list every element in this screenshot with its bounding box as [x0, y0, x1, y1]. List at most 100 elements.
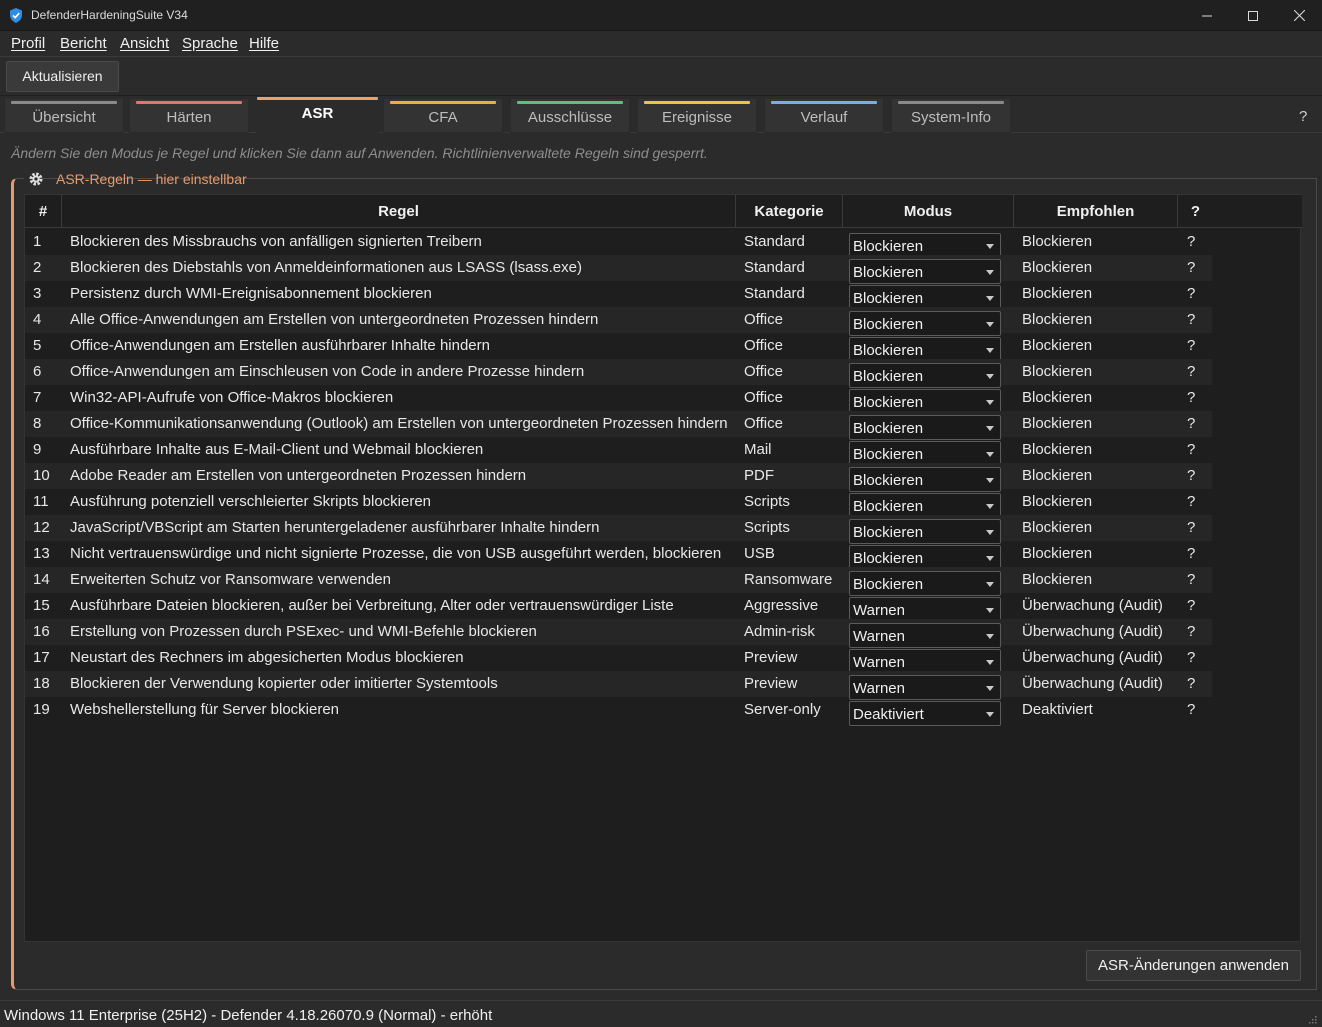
header-category[interactable]: Kategorie — [736, 195, 843, 228]
refresh-button[interactable]: Aktualisieren — [6, 61, 119, 92]
table-row[interactable]: 1 Blockieren des Missbrauchs von anfällig… — [25, 229, 1212, 258]
menu-sprache[interactable]: Sprache — [182, 35, 238, 52]
table-row[interactable]: 3 Persistenz durch WMI-Ereignisabonnement… — [25, 281, 1212, 310]
table-row[interactable]: 7 Win32-API-Aufrufe von Office-Makros blo… — [25, 385, 1212, 414]
tab-label: Härten — [166, 109, 212, 126]
rule-help-icon[interactable]: ? — [1187, 515, 1195, 541]
table-row[interactable]: 5 Office-Anwendungen am Erstellen ausführ… — [25, 333, 1212, 362]
tab-accent-bar — [771, 101, 877, 104]
table-row[interactable]: 2 Blockieren des Diebstahls von Anmeldein… — [25, 255, 1212, 284]
table-row[interactable]: 9 Ausführbare Inhalte aus E-Mail-Client u… — [25, 437, 1212, 466]
table-row[interactable]: 4 Alle Office-Anwendungen am Erstellen vo… — [25, 307, 1212, 336]
rule-number: 6 — [33, 363, 42, 380]
gear-icon — [29, 172, 43, 186]
header-mode[interactable]: Modus — [843, 195, 1014, 228]
apply-asr-changes-button[interactable]: ASR-Änderungen anwenden — [1086, 950, 1301, 981]
rule-help-icon[interactable]: ? — [1187, 255, 1195, 281]
table-row[interactable]: 8 Office-Kommunikationsanwendung (Outlook… — [25, 411, 1212, 440]
close-button[interactable] — [1276, 0, 1322, 31]
asr-rules-table: # Regel Kategorie Modus Empfohlen ? 1 Blo… — [24, 194, 1302, 942]
rule-help-icon[interactable]: ? — [1187, 567, 1195, 593]
chevron-down-icon — [986, 270, 994, 275]
rule-help-icon[interactable]: ? — [1187, 489, 1195, 515]
header-help[interactable]: ? — [1178, 195, 1213, 228]
rule-number: 13 — [33, 545, 50, 562]
rule-help-icon[interactable]: ? — [1187, 671, 1195, 697]
table-row[interactable]: 14 Erweiterten Schutz vor Ransomware verw… — [25, 567, 1212, 596]
rule-number: 5 — [33, 337, 42, 354]
resize-grip-icon[interactable] — [1306, 1013, 1318, 1025]
rule-help-icon[interactable]: ? — [1187, 437, 1195, 463]
chevron-down-icon — [986, 400, 994, 405]
rule-help-icon[interactable]: ? — [1187, 463, 1195, 489]
maximize-button[interactable] — [1230, 0, 1276, 31]
tab-label: CFA — [428, 109, 458, 126]
header-num[interactable]: # — [25, 195, 62, 228]
rule-category: Office — [744, 363, 783, 380]
rule-help-icon[interactable]: ? — [1187, 541, 1195, 567]
rule-help-icon[interactable]: ? — [1187, 385, 1195, 411]
menu-profil[interactable]: Profil — [11, 35, 45, 52]
rule-help-icon[interactable]: ? — [1187, 411, 1195, 437]
rule-help-icon[interactable]: ? — [1187, 359, 1195, 385]
rule-help-icon[interactable]: ? — [1187, 307, 1195, 333]
rule-category: Admin-risk — [744, 623, 815, 640]
rule-recommended: Blockieren — [1022, 259, 1093, 276]
tab-haerten[interactable]: Härten — [129, 98, 249, 133]
tab-accent-bar — [644, 101, 750, 104]
rule-help-icon[interactable]: ? — [1187, 697, 1195, 723]
tab-cfa[interactable]: CFA — [383, 98, 503, 133]
tab-ausschluesse[interactable]: Ausschlüsse — [510, 98, 630, 133]
rule-number: 2 — [33, 259, 42, 276]
rule-category: Preview — [744, 675, 798, 692]
table-row[interactable]: 18 Blockieren der Verwendung kopierter od… — [25, 671, 1212, 700]
tab-accent-bar — [390, 101, 496, 104]
table-row[interactable]: 16 Erstellung von Prozessen durch PSExec-… — [25, 619, 1212, 648]
help-button[interactable]: ? — [1299, 108, 1307, 125]
tab-label: Ereignisse — [661, 109, 733, 126]
tab-verlauf[interactable]: Verlauf — [764, 98, 884, 133]
rule-help-icon[interactable]: ? — [1187, 333, 1195, 359]
rule-number: 15 — [33, 597, 50, 614]
rule-category: Standard — [744, 259, 805, 276]
shield-icon — [10, 8, 22, 23]
menu-bar: Profil Bericht Ansicht Sprache Hilfe — [0, 31, 1322, 56]
tab-accent-bar — [11, 101, 117, 104]
tab-ereignisse[interactable]: Ereignisse — [637, 98, 757, 133]
table-row[interactable]: 12 JavaScript/VBScript am Starten herunte… — [25, 515, 1212, 544]
rule-help-icon[interactable]: ? — [1187, 645, 1195, 671]
tab-bar: Übersicht Härten ASR CFA Ausschlüsse Ere… — [0, 96, 1322, 133]
rule-category: Scripts — [744, 493, 790, 510]
table-row[interactable]: 13 Nicht vertrauenswürdige und nicht sign… — [25, 541, 1212, 570]
table-row[interactable]: 17 Neustart des Rechners im abgesicherten… — [25, 645, 1212, 674]
menu-bericht[interactable]: Bericht — [60, 35, 107, 52]
rule-help-icon[interactable]: ? — [1187, 593, 1195, 619]
tab-uebersicht[interactable]: Übersicht — [4, 98, 124, 133]
tab-asr[interactable]: ASR — [256, 96, 379, 133]
table-row[interactable]: 15 Ausführbare Dateien blockieren, außer … — [25, 593, 1212, 622]
rule-help-icon[interactable]: ? — [1187, 229, 1195, 255]
rule-category: Ransomware — [744, 571, 833, 588]
table-row[interactable]: 10 Adobe Reader am Erstellen von untergeo… — [25, 463, 1212, 492]
header-rule[interactable]: Regel — [62, 195, 736, 228]
header-recommended[interactable]: Empfohlen — [1014, 195, 1178, 228]
minimize-button[interactable] — [1184, 0, 1230, 31]
menu-ansicht[interactable]: Ansicht — [120, 35, 169, 52]
table-row[interactable]: 11 Ausführung potenziell verschleierter S… — [25, 489, 1212, 518]
chevron-down-icon — [986, 504, 994, 509]
chevron-down-icon — [986, 608, 994, 613]
table-header: # Regel Kategorie Modus Empfohlen ? — [25, 195, 1302, 228]
chevron-down-icon — [986, 374, 994, 379]
rule-recommended: Blockieren — [1022, 311, 1093, 328]
rule-help-icon[interactable]: ? — [1187, 619, 1195, 645]
table-row[interactable]: 6 Office-Anwendungen am Einschleusen von … — [25, 359, 1212, 388]
mode-dropdown[interactable]: Deaktiviert — [849, 701, 1001, 726]
rule-number: 7 — [33, 389, 42, 406]
menu-hilfe[interactable]: Hilfe — [249, 35, 279, 52]
rule-help-icon[interactable]: ? — [1187, 281, 1195, 307]
rule-number: 14 — [33, 571, 50, 588]
table-row[interactable]: 19 Webshellerstellung für Server blockier… — [25, 697, 1212, 726]
rule-name: Ausführbare Dateien blockieren, außer be… — [70, 597, 674, 614]
rule-number: 18 — [33, 675, 50, 692]
tab-system-info[interactable]: System-Info — [891, 98, 1011, 133]
